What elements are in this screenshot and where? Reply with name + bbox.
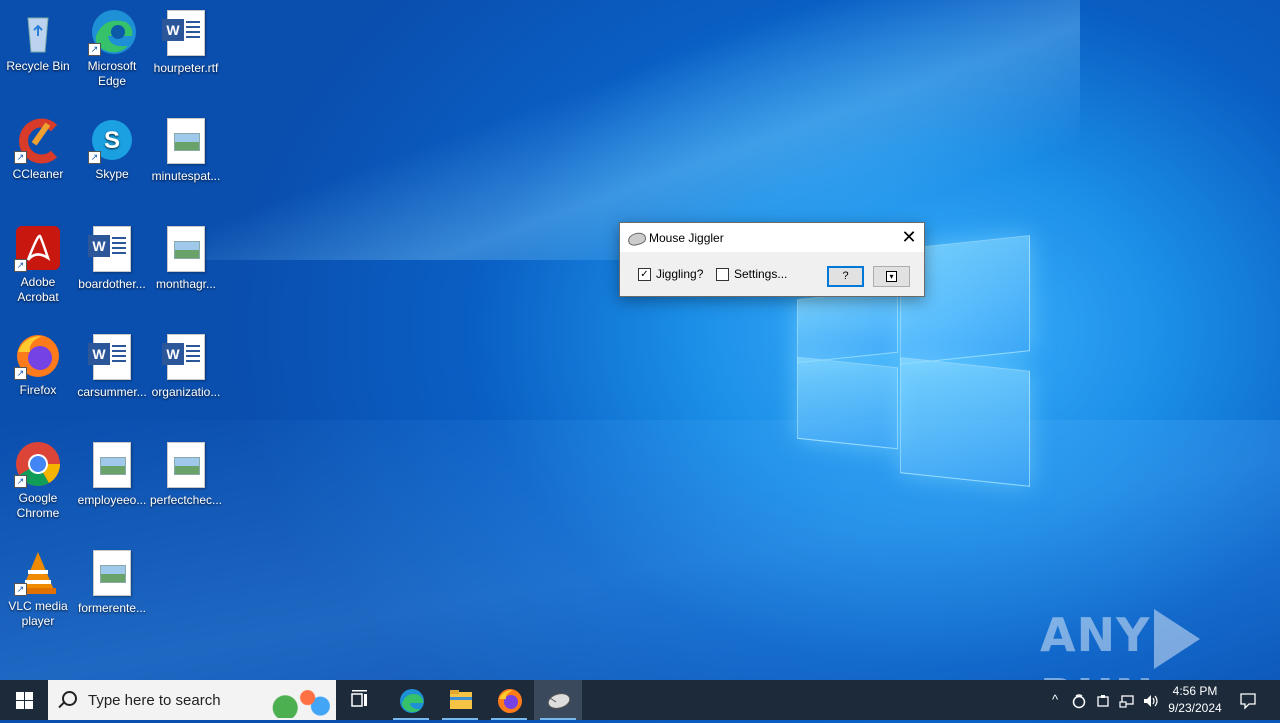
icon-label: VLC media player (8, 599, 68, 628)
help-button[interactable]: ? (827, 266, 864, 287)
firefox-icon: ↗ (14, 332, 62, 380)
acrobat-icon: ↗ (14, 224, 62, 272)
search-icon (62, 691, 77, 706)
settings-label[interactable]: Settings... (734, 267, 787, 281)
window-titlebar[interactable]: Mouse Jiggler ✕ (620, 223, 924, 252)
task-view-icon (348, 688, 372, 712)
desktop-icon-minutespat[interactable]: minutespat... (148, 116, 224, 184)
file-explorer-icon (448, 688, 472, 712)
icon-label: Skype (95, 167, 129, 181)
chrome-icon: ↗ (14, 440, 62, 488)
taskbar-mouse-jiggler[interactable] (534, 680, 582, 720)
word-doc-icon: W (162, 334, 210, 382)
icon-label: formerente... (77, 601, 147, 615)
icon-label: monthagr... (155, 277, 217, 291)
ccleaner-icon: ↗ (14, 116, 62, 164)
firefox-icon (497, 688, 522, 713)
jiggling-label[interactable]: Jiggling? (656, 267, 703, 281)
wallpaper-light-beam (180, 0, 1080, 260)
action-center-button[interactable] (1232, 680, 1264, 720)
taskbar-edge[interactable] (387, 680, 435, 720)
recycle-bin-icon (14, 8, 62, 56)
image-file-icon (162, 442, 210, 490)
volume-icon[interactable] (1140, 680, 1162, 720)
play-icon (1154, 608, 1201, 669)
icon-label: Adobe Acrobat (17, 275, 59, 304)
desktop-icon-organizatio[interactable]: W organizatio... (148, 332, 224, 400)
network-icon[interactable] (1116, 680, 1138, 720)
word-doc-icon: W (162, 10, 210, 58)
clock-time: 4:56 PM (1172, 684, 1218, 698)
notification-icon (1240, 692, 1256, 710)
edge-icon: ↗ (88, 8, 136, 56)
icon-label: minutespat... (151, 169, 221, 183)
image-file-icon (88, 442, 136, 490)
settings-checkbox[interactable] (716, 268, 729, 281)
chevron-down-icon: ▾ (886, 270, 897, 282)
icon-label: employeeo... (77, 493, 147, 507)
word-doc-icon: W (88, 226, 136, 274)
vlc-icon: ↗ (14, 548, 62, 596)
desktop-icon-skype[interactable]: S ↗ Skype (74, 116, 150, 182)
mouse-jiggler-window: Mouse Jiggler ✕ ✓ Jiggling? Settings... … (619, 222, 925, 297)
clock-date: 9/23/2024 (1168, 701, 1222, 715)
image-file-icon (162, 226, 210, 274)
taskbar-firefox[interactable] (485, 680, 533, 720)
icon-label: boardother... (78, 277, 146, 291)
minimize-to-tray-button[interactable]: ▾ (873, 266, 910, 287)
icon-label: Recycle Bin (6, 59, 70, 73)
desktop-icon-vlc[interactable]: ↗ VLC media player (0, 548, 76, 629)
icon-label: CCleaner (12, 167, 64, 181)
desktop-icon-formerente[interactable]: formerente... (74, 548, 150, 616)
mouse-jiggler-icon (546, 688, 571, 712)
start-button[interactable] (0, 680, 48, 720)
taskbar-clock[interactable]: 4:56 PM 9/23/2024 (1160, 683, 1230, 717)
watermark-text-left: ANY (1040, 608, 1151, 662)
search-placeholder: Type here to search (88, 692, 221, 709)
onedrive-sync-icon[interactable] (1068, 680, 1090, 720)
device-icon[interactable] (1092, 680, 1114, 720)
desktop-icon-acrobat[interactable]: ↗ Adobe Acrobat (0, 224, 76, 305)
word-doc-icon: W (88, 334, 136, 382)
task-view-button[interactable] (336, 680, 384, 720)
skype-icon: S ↗ (88, 116, 136, 164)
mouse-icon (626, 230, 648, 248)
desktop-icon-carsummer[interactable]: W carsummer... (74, 332, 150, 400)
icon-label: Microsoft Edge (87, 59, 137, 88)
taskbar: Type here to search ^ 4:56 PM 9/23/2024 (0, 680, 1280, 720)
desktop-icon-recycle-bin[interactable]: Recycle Bin (0, 8, 76, 74)
window-title: Mouse Jiggler (649, 231, 724, 245)
desktop-icon-hourpeter[interactable]: W hourpeter.rtf (148, 8, 224, 76)
desktop-icon-ccleaner[interactable]: ↗ CCleaner (0, 116, 76, 182)
taskbar-search-box[interactable]: Type here to search (48, 680, 336, 720)
icon-label: carsummer... (77, 385, 147, 399)
show-hidden-icons-button[interactable]: ^ (1044, 680, 1066, 720)
desktop-icon-perfectchec[interactable]: perfectchec... (148, 440, 224, 508)
taskbar-file-explorer[interactable] (436, 680, 484, 720)
svg-text:S: S (104, 127, 120, 154)
desktop-icon-boardother[interactable]: W boardother... (74, 224, 150, 292)
image-file-icon (88, 550, 136, 598)
desktop-icon-monthagr[interactable]: monthagr... (148, 224, 224, 292)
icon-label: Google Chrome (16, 491, 60, 520)
desktop-icon-edge[interactable]: ↗ Microsoft Edge (74, 8, 150, 89)
icon-label: perfectchec... (149, 493, 223, 507)
search-highlight-graphic (266, 684, 330, 718)
desktop-icon-employeeo[interactable]: employeeo... (74, 440, 150, 508)
desktop-icon-firefox[interactable]: ↗ Firefox (0, 332, 76, 398)
edge-icon (399, 688, 424, 713)
icon-label: organizatio... (151, 385, 221, 399)
desktop-icon-chrome[interactable]: ↗ Google Chrome (0, 440, 76, 521)
image-file-icon (162, 118, 210, 166)
jiggling-checkbox[interactable]: ✓ (638, 268, 651, 281)
icon-label: Firefox (19, 383, 57, 397)
icon-label: hourpeter.rtf (153, 61, 219, 75)
close-button[interactable]: ✕ (894, 223, 924, 252)
